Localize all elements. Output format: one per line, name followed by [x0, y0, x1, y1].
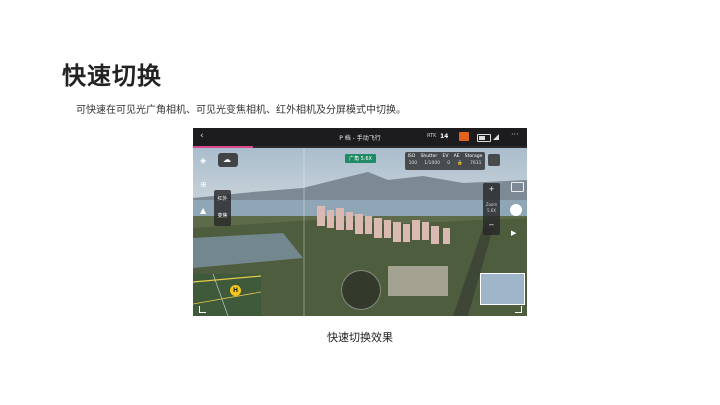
- rtk-label: RTK: [427, 133, 437, 139]
- camera-app-screenshot: ‹ P 档 - 手动飞行 RTK 14 ··· ◈ ☁ 广角 5.6X ISO …: [193, 128, 527, 316]
- zoom-label: Zoom: [485, 202, 498, 207]
- more-icon[interactable]: ···: [511, 130, 519, 139]
- lens-option-zoom[interactable]: 变焦: [214, 212, 231, 219]
- storage-label: Storage: [464, 154, 483, 159]
- aircraft-icon[interactable]: ▲: [200, 206, 206, 215]
- top-status-bar: ‹ P 档 - 手动飞行 RTK 14 ···: [193, 128, 527, 146]
- cloud-icon: ☁: [223, 155, 231, 164]
- iso-value: 100: [408, 161, 418, 166]
- progress-strip: [193, 146, 527, 148]
- zoom-in-button[interactable]: +: [483, 185, 500, 193]
- corner-mark: [199, 306, 206, 313]
- playback-icon[interactable]: ▶: [511, 229, 522, 237]
- corner-mark: [515, 306, 522, 313]
- camera-settings-icon[interactable]: [488, 154, 500, 166]
- lens-switch-panel: 红外 变焦: [214, 190, 231, 226]
- page-description: 可快速在可见光广角相机、可见光变焦相机、红外相机及分屏模式中切换。: [76, 105, 406, 116]
- satellite-count: 14: [440, 133, 449, 140]
- photo-mode-icon[interactable]: [459, 132, 469, 141]
- iso-label: ISO: [407, 154, 416, 159]
- zoom-value: 5.6X: [486, 208, 497, 213]
- exposure-info-panel[interactable]: ISO Shutter EV AE Storage 100 1/1000 0 🔒…: [405, 152, 485, 170]
- ae-lock-icon: 🔒: [457, 161, 463, 166]
- location-icon[interactable]: ◈: [200, 156, 206, 165]
- screen-mode-icon[interactable]: [511, 182, 524, 192]
- battery-icon: [477, 134, 491, 142]
- home-point-icon: H: [230, 285, 241, 296]
- shutter-button[interactable]: [510, 204, 522, 216]
- camera-switch-button[interactable]: ☁: [218, 153, 238, 167]
- ev-label: EV: [442, 154, 449, 159]
- attitude-radar: [341, 270, 381, 310]
- ev-value: 0: [447, 161, 451, 166]
- storage-value: 7631: [469, 161, 482, 166]
- lens-option-infrared[interactable]: 红外: [214, 195, 231, 202]
- shutter-value: 1/1000: [424, 161, 441, 166]
- shutter-label: Shutter: [420, 154, 438, 159]
- figure-caption: 快速切换效果: [327, 331, 393, 344]
- zoom-out-button[interactable]: −: [483, 221, 500, 229]
- pip-preview[interactable]: [480, 273, 525, 305]
- page-title: 快速切换: [62, 62, 162, 90]
- ae-label: AE: [453, 154, 460, 159]
- camera-tag: 广角 5.6X: [345, 154, 376, 163]
- zoom-panel: + Zoom 5.6X −: [483, 183, 500, 235]
- gimbal-icon[interactable]: ⊕: [200, 180, 207, 189]
